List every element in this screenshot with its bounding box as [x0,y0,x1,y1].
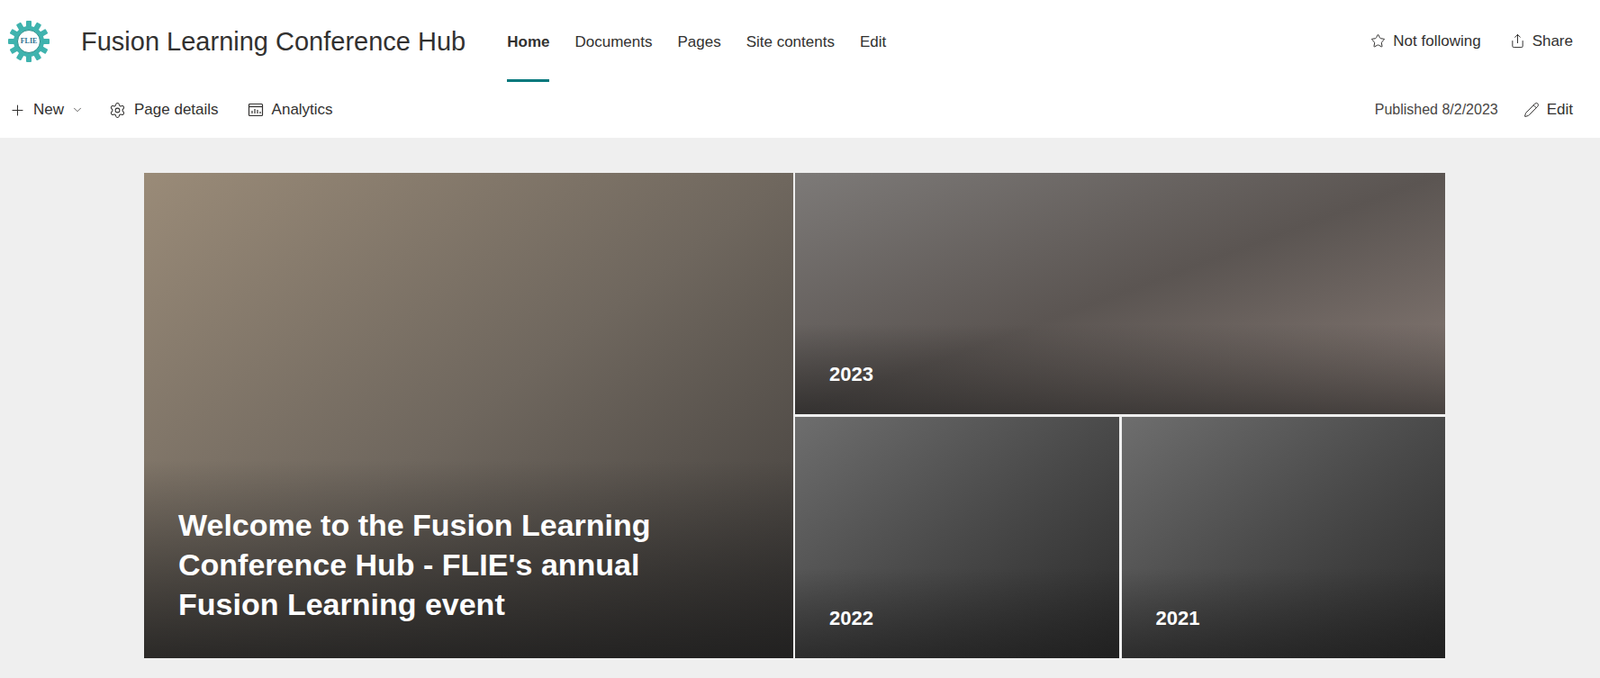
pencil-icon [1523,101,1540,118]
site-title[interactable]: Fusion Learning Conference Hub [81,25,466,58]
hero-main-title: Welcome to the Fusion Learning Conferenc… [178,505,683,624]
nav-link[interactable]: Edit [859,0,886,82]
chevron-down-icon [71,103,84,117]
analytics-button[interactable]: Analytics [247,98,334,122]
hero-main-tile[interactable]: Welcome to the Fusion Learning Conferenc… [144,172,794,659]
edit-button[interactable]: Edit [1523,98,1573,122]
page-details-button[interactable]: Page details [108,98,219,122]
hero: Welcome to the Fusion Learning Conferenc… [144,172,1446,659]
plus-icon [9,101,27,119]
hero-year-label: 2023 [829,361,1411,388]
published-date: Published 8/2/2023 [1374,99,1499,121]
page-canvas: Welcome to the Fusion Learning Conferenc… [0,137,1600,678]
nav-link[interactable]: Documents [574,0,652,82]
nav-link[interactable]: Home [506,0,550,82]
hero-year-tile[interactable]: 2022 [795,416,1120,659]
command-bar: New Page details Analytics Published 8/2/20… [0,81,1600,138]
hero-year-tile[interactable]: 2021 [1121,416,1447,659]
site-logo[interactable]: FLIE [7,19,51,64]
star-icon [1370,33,1386,49]
hero-year-grid: 2023 2022 2021 [795,172,1446,659]
hero-year-label: 2021 [1156,605,1412,632]
site-header: FLIE Fusion Learning Conference Hub Home Do… [0,0,1600,82]
page: FLIE Fusion Learning Conference Hub Home Do… [0,0,1600,678]
analytics-icon [247,101,264,118]
nav-link[interactable]: Pages [677,0,721,82]
hero-year-tile[interactable]: 2023 [795,172,1446,415]
share-button[interactable]: Share [1509,29,1573,54]
gear-icon [108,101,127,119]
new-button[interactable]: New [9,98,84,122]
hero-year-label: 2022 [829,605,1085,632]
site-nav: Home Documents Pages Site contents Edit [506,0,886,82]
follow-button[interactable]: Not following [1370,29,1481,54]
nav-link[interactable]: Site contents [746,0,835,82]
share-icon [1509,33,1526,49]
